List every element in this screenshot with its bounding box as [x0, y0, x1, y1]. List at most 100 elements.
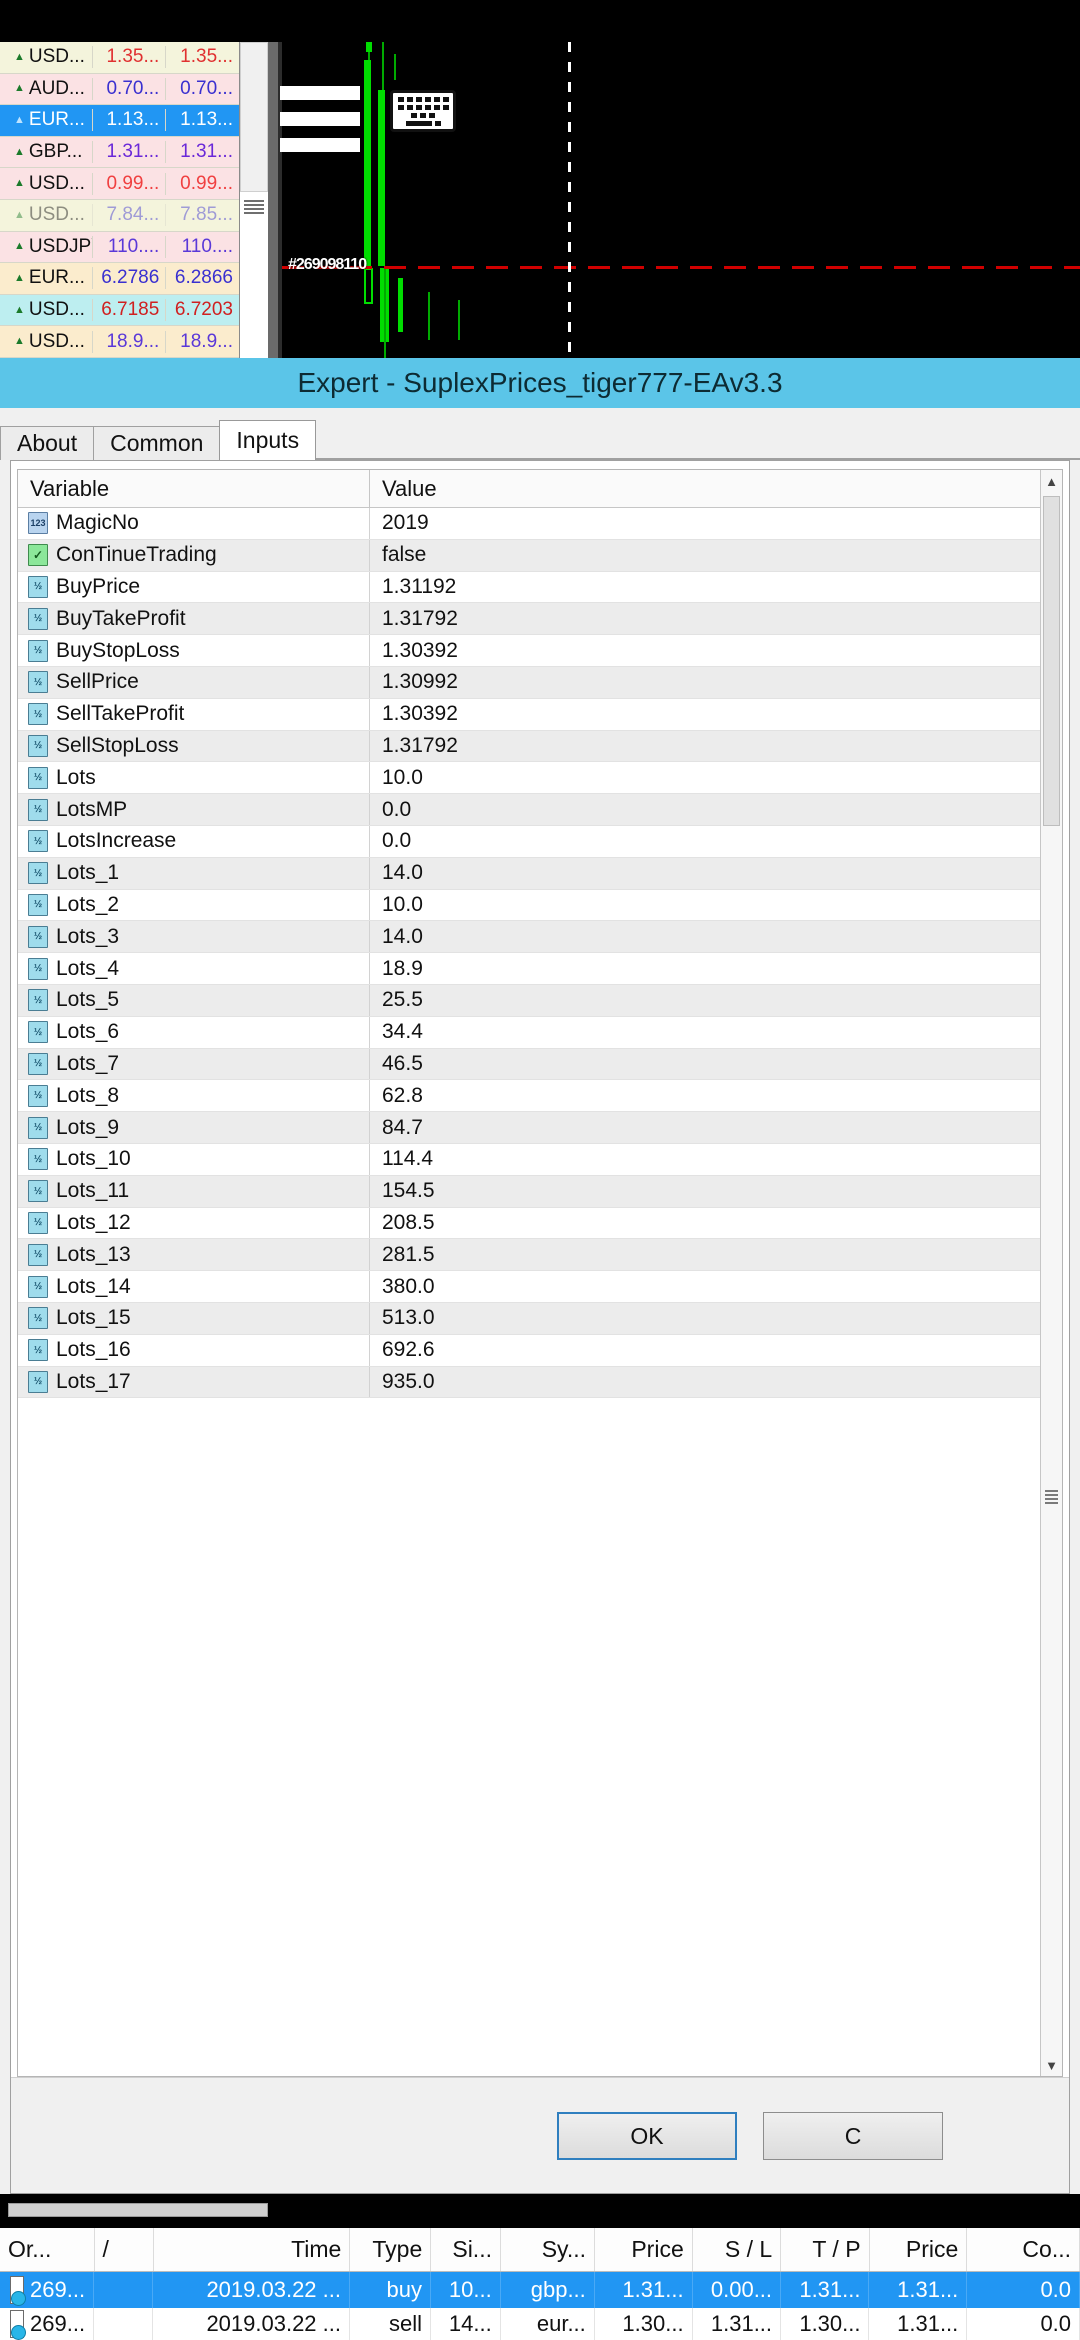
- inputs-grid-scrollbar[interactable]: ▲ ▼: [1040, 470, 1062, 2076]
- input-variable-cell[interactable]: ½LotsIncrease: [18, 826, 370, 857]
- inputs-grid-row[interactable]: ½Lots_15513.0: [18, 1303, 1062, 1335]
- input-variable-cell[interactable]: ½LotsMP: [18, 794, 370, 825]
- inputs-grid-row[interactable]: ½Lots_525.5: [18, 985, 1062, 1017]
- inputs-grid[interactable]: Variable Value 123MagicNo2019✓ConTinueTr…: [17, 469, 1063, 2077]
- terminal-column-header[interactable]: Sy...: [501, 2228, 595, 2271]
- terminal-column-header[interactable]: /: [95, 2228, 154, 2271]
- input-variable-cell[interactable]: ½SellPrice: [18, 667, 370, 698]
- input-variable-cell[interactable]: ½Lots_16: [18, 1335, 370, 1366]
- terminal-column-header[interactable]: Price: [870, 2228, 968, 2271]
- input-variable-cell[interactable]: ½Lots_3: [18, 921, 370, 952]
- scroll-down-button[interactable]: ▼: [1041, 2054, 1062, 2076]
- inputs-grid-row[interactable]: ½SellPrice1.30992: [18, 667, 1062, 699]
- inputs-grid-row[interactable]: ½BuyStopLoss1.30392: [18, 635, 1062, 667]
- column-header-variable[interactable]: Variable: [18, 470, 370, 507]
- market-watch-row[interactable]: ▲EUR...6.27866.2866: [0, 263, 239, 295]
- column-header-value[interactable]: Value: [370, 470, 1062, 507]
- input-value-cell[interactable]: false: [370, 540, 1062, 571]
- terminal-column-header[interactable]: Type: [350, 2228, 431, 2271]
- input-value-cell[interactable]: 0.0: [370, 826, 1062, 857]
- input-value-cell[interactable]: 1.31792: [370, 603, 1062, 634]
- input-value-cell[interactable]: 1.30392: [370, 699, 1062, 730]
- input-value-cell[interactable]: 935.0: [370, 1367, 1062, 1398]
- input-variable-cell[interactable]: ½BuyPrice: [18, 572, 370, 603]
- market-watch-row[interactable]: ▲USD...7.84...7.85...: [0, 200, 239, 232]
- input-variable-cell[interactable]: ½Lots_2: [18, 890, 370, 921]
- input-variable-cell[interactable]: ½Lots_10: [18, 1144, 370, 1175]
- cancel-button[interactable]: C: [763, 2112, 943, 2160]
- input-variable-cell[interactable]: ½Lots_5: [18, 985, 370, 1016]
- input-value-cell[interactable]: 62.8: [370, 1080, 1062, 1111]
- inputs-grid-row[interactable]: ½BuyPrice1.31192: [18, 572, 1062, 604]
- inputs-grid-row[interactable]: ½Lots_634.4: [18, 1017, 1062, 1049]
- market-watch-row[interactable]: ▲GBP...1.31...1.31...: [0, 137, 239, 169]
- ok-button[interactable]: OK: [557, 2112, 737, 2160]
- market-watch-scroll-thumb[interactable]: [240, 42, 268, 192]
- tab-common[interactable]: Common: [93, 426, 220, 460]
- scroll-grip[interactable]: [1045, 1490, 1058, 1504]
- input-value-cell[interactable]: 14.0: [370, 921, 1062, 952]
- input-variable-cell[interactable]: ½Lots_17: [18, 1367, 370, 1398]
- market-watch-row[interactable]: ▲USD...18.9...18.9...: [0, 326, 239, 358]
- input-value-cell[interactable]: 46.5: [370, 1049, 1062, 1080]
- input-value-cell[interactable]: 10.0: [370, 762, 1062, 793]
- inputs-grid-row[interactable]: ½LotsMP0.0: [18, 794, 1062, 826]
- input-value-cell[interactable]: 14.0: [370, 858, 1062, 889]
- input-variable-cell[interactable]: ½Lots_12: [18, 1208, 370, 1239]
- inputs-grid-row[interactable]: ½Lots_314.0: [18, 921, 1062, 953]
- inputs-grid-row[interactable]: ½SellTakeProfit1.30392: [18, 699, 1062, 731]
- price-chart[interactable]: #269098110: [268, 42, 1080, 358]
- inputs-grid-row[interactable]: ½Lots_17935.0: [18, 1367, 1062, 1399]
- input-variable-cell[interactable]: ½BuyTakeProfit: [18, 603, 370, 634]
- terminal-column-header[interactable]: T / P: [781, 2228, 869, 2271]
- input-value-cell[interactable]: 1.30392: [370, 635, 1062, 666]
- inputs-grid-row[interactable]: ½Lots_13281.5: [18, 1239, 1062, 1271]
- market-watch-row[interactable]: ▲USD...0.99...0.99...: [0, 168, 239, 200]
- market-watch-panel[interactable]: ▲USD...1.35...1.35...▲AUD...0.70...0.70.…: [0, 42, 240, 358]
- input-variable-cell[interactable]: ½Lots_8: [18, 1080, 370, 1111]
- inputs-grid-row[interactable]: ½SellStopLoss1.31792: [18, 731, 1062, 763]
- terminal-order-row[interactable]: 269...2019.03.22 ...sell14...eur...1.30.…: [0, 2308, 1080, 2340]
- market-watch-row[interactable]: ▲USDJPY110....110....: [0, 232, 239, 264]
- inputs-grid-row[interactable]: ½Lots_210.0: [18, 890, 1062, 922]
- input-value-cell[interactable]: 114.4: [370, 1144, 1062, 1175]
- input-variable-cell[interactable]: ½Lots_1: [18, 858, 370, 889]
- input-variable-cell[interactable]: ½Lots_14: [18, 1271, 370, 1302]
- inputs-grid-row[interactable]: ½Lots_11154.5: [18, 1176, 1062, 1208]
- input-variable-cell[interactable]: ½SellTakeProfit: [18, 699, 370, 730]
- scroll-up-button[interactable]: ▲: [1041, 470, 1062, 492]
- inputs-grid-row[interactable]: ½BuyTakeProfit1.31792: [18, 603, 1062, 635]
- terminal-column-header[interactable]: Or...: [0, 2228, 95, 2271]
- input-variable-cell[interactable]: ½SellStopLoss: [18, 731, 370, 762]
- input-value-cell[interactable]: 84.7: [370, 1112, 1062, 1143]
- input-value-cell[interactable]: 513.0: [370, 1303, 1062, 1334]
- input-variable-cell[interactable]: ½Lots_11: [18, 1176, 370, 1207]
- terminal-order-row[interactable]: 269...2019.03.22 ...buy10...gbp...1.31..…: [0, 2272, 1080, 2308]
- terminal-column-header[interactable]: Si...: [431, 2228, 501, 2271]
- scroll-thumb[interactable]: [1043, 496, 1060, 826]
- input-value-cell[interactable]: 0.0: [370, 794, 1062, 825]
- input-variable-cell[interactable]: ½Lots_13: [18, 1239, 370, 1270]
- market-watch-row[interactable]: ▲USD...6.71856.7203: [0, 295, 239, 327]
- keyboard-icon[interactable]: [390, 90, 456, 132]
- input-value-cell[interactable]: 1.31192: [370, 572, 1062, 603]
- inputs-grid-row[interactable]: ½Lots_418.9: [18, 953, 1062, 985]
- terminal-horizontal-scrollbar[interactable]: [8, 2203, 268, 2217]
- input-value-cell[interactable]: 34.4: [370, 1017, 1062, 1048]
- input-value-cell[interactable]: 18.9: [370, 953, 1062, 984]
- input-variable-cell[interactable]: ✓ConTinueTrading: [18, 540, 370, 571]
- input-variable-cell[interactable]: ½Lots_9: [18, 1112, 370, 1143]
- inputs-grid-row[interactable]: 123MagicNo2019: [18, 508, 1062, 540]
- inputs-grid-row[interactable]: ½Lots_746.5: [18, 1049, 1062, 1081]
- input-variable-cell[interactable]: ½Lots_4: [18, 953, 370, 984]
- input-variable-cell[interactable]: ½Lots: [18, 762, 370, 793]
- market-watch-row[interactable]: ▲AUD...0.70...0.70...: [0, 74, 239, 106]
- inputs-grid-row[interactable]: ✓ConTinueTradingfalse: [18, 540, 1062, 572]
- input-variable-cell[interactable]: ½Lots_6: [18, 1017, 370, 1048]
- inputs-grid-row[interactable]: ½Lots_114.0: [18, 858, 1062, 890]
- tab-inputs[interactable]: Inputs: [219, 420, 316, 460]
- input-variable-cell[interactable]: ½Lots_15: [18, 1303, 370, 1334]
- panel-resize-grip[interactable]: [244, 200, 264, 214]
- input-value-cell[interactable]: 692.6: [370, 1335, 1062, 1366]
- terminal-column-header[interactable]: Co...: [967, 2228, 1080, 2271]
